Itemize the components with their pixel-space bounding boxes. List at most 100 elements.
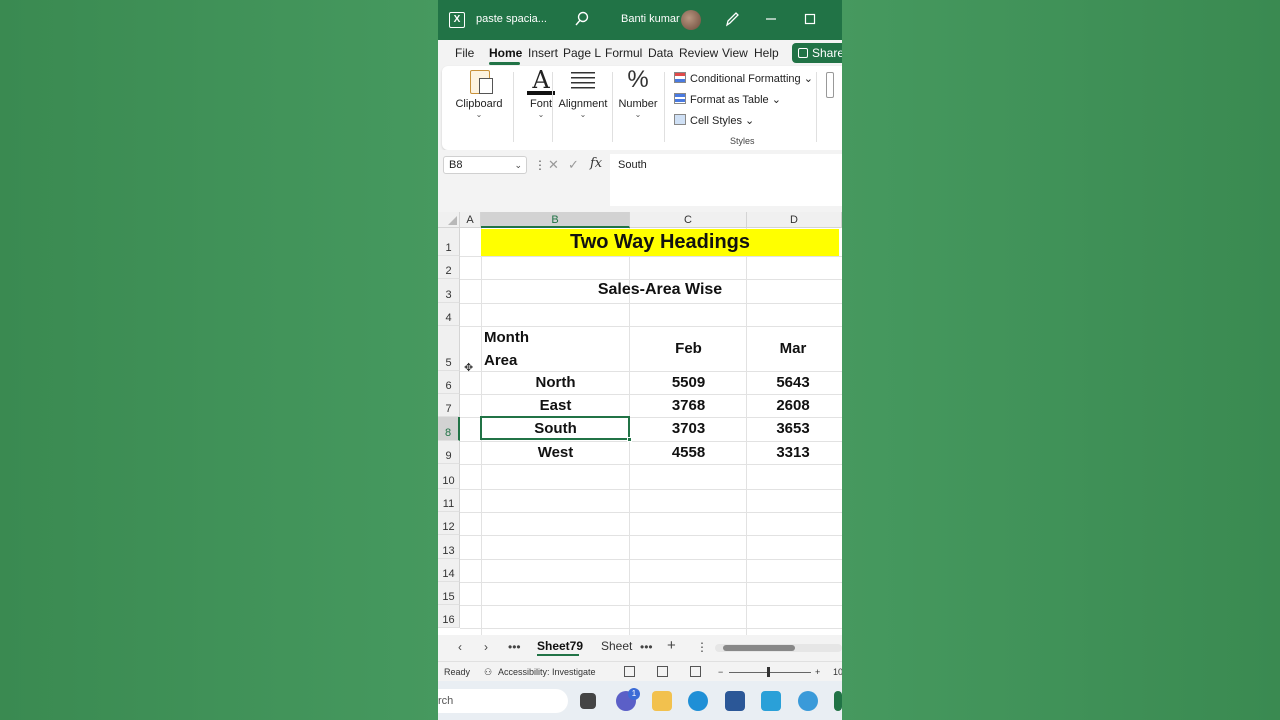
row-header[interactable]: 7 xyxy=(438,394,460,417)
chevron-down-icon[interactable]: ⌄ xyxy=(514,157,522,173)
header-area[interactable]: Area xyxy=(484,352,517,369)
tab-insert[interactable]: Insert xyxy=(528,46,558,60)
sheet-tab-active[interactable]: Sheet79 xyxy=(537,639,583,653)
row-header[interactable]: 5 xyxy=(438,326,460,371)
scrollbar-thumb[interactable] xyxy=(723,645,795,651)
column-header-b[interactable]: B xyxy=(481,212,630,228)
page-layout-view-icon[interactable] xyxy=(657,666,668,677)
maximize-icon[interactable] xyxy=(802,10,818,28)
column-header-d[interactable]: D xyxy=(747,212,842,228)
row-header[interactable]: 16 xyxy=(438,605,460,628)
avatar[interactable] xyxy=(681,10,701,30)
more-sheets-icon[interactable]: ••• xyxy=(640,640,653,654)
sheet-title[interactable]: Two Way Headings xyxy=(481,229,839,256)
ribbon-divider xyxy=(664,72,665,142)
row-header[interactable]: 6 xyxy=(438,371,460,394)
row-header[interactable]: 8 xyxy=(438,417,460,441)
chevron-left-icon[interactable]: ‹ xyxy=(458,640,462,654)
file-explorer-icon[interactable] xyxy=(652,691,672,711)
table-cell-value[interactable]: 5643 xyxy=(747,374,839,391)
active-tab-indicator xyxy=(489,62,520,65)
fill-handle[interactable] xyxy=(627,437,632,442)
table-cell-value[interactable]: 2608 xyxy=(747,397,839,414)
app-icon[interactable] xyxy=(761,691,781,711)
tab-review[interactable]: Review xyxy=(679,46,718,60)
row-header[interactable]: 15 xyxy=(438,582,460,605)
row-header[interactable]: 10 xyxy=(438,464,460,489)
edge-icon[interactable] xyxy=(688,691,708,711)
store-icon[interactable] xyxy=(725,691,745,711)
row-header[interactable]: 4 xyxy=(438,303,460,326)
more-sheets-icon[interactable]: ••• xyxy=(508,640,521,654)
search-icon[interactable] xyxy=(574,10,590,28)
tab-data[interactable]: Data xyxy=(648,46,673,60)
active-cell-border[interactable] xyxy=(480,416,630,440)
row-header[interactable]: 12 xyxy=(438,512,460,535)
cancel-icon[interactable]: ✕ xyxy=(548,157,559,173)
tab-file[interactable]: File xyxy=(455,46,474,60)
zoom-level[interactable]: 10 xyxy=(833,667,842,677)
table-cell-value[interactable]: 3703 xyxy=(630,420,747,437)
header-month[interactable]: Month xyxy=(484,329,529,346)
row-header[interactable]: 11 xyxy=(438,489,460,512)
table-cell-area[interactable]: West xyxy=(481,444,630,461)
share-button[interactable]: Share xyxy=(792,43,842,63)
name-box[interactable]: B8 ⌄ xyxy=(443,156,527,174)
tab-view[interactable]: View xyxy=(722,46,748,60)
help-icon[interactable] xyxy=(798,691,818,711)
chevron-right-icon[interactable]: › xyxy=(484,640,488,654)
clipboard-group[interactable]: Clipboard ⌄ xyxy=(448,66,510,126)
row-header[interactable]: 9 xyxy=(438,441,460,464)
header-mar[interactable]: Mar xyxy=(747,340,839,357)
row-header[interactable]: 13 xyxy=(438,535,460,559)
table-cell-value[interactable]: 3768 xyxy=(630,397,747,414)
cell-styles-button[interactable]: Cell Styles ⌄ xyxy=(674,114,754,130)
table-cell-value[interactable]: 3653 xyxy=(747,420,839,437)
tab-help[interactable]: Help xyxy=(754,46,779,60)
more-icon[interactable]: ⋮ xyxy=(696,640,708,654)
normal-view-icon[interactable] xyxy=(624,666,635,677)
zoom-out-icon[interactable]: − xyxy=(718,667,723,677)
table-cell-area[interactable]: North xyxy=(481,374,630,391)
more-icon[interactable]: ⋮ xyxy=(534,158,546,172)
file-name[interactable]: paste spacia... xyxy=(476,13,547,25)
excel-taskbar-icon[interactable] xyxy=(834,691,842,711)
sheet-tab-next[interactable]: Sheet xyxy=(601,639,633,653)
header-feb[interactable]: Feb xyxy=(630,340,747,357)
format-as-table-button[interactable]: Format as Table ⌄ xyxy=(674,93,781,109)
accessibility-status[interactable]: Accessibility: Investigate xyxy=(498,667,596,677)
alignment-group[interactable]: Alignment ⌄ xyxy=(553,66,613,126)
tab-formulas[interactable]: Formula xyxy=(605,46,643,60)
chevron-down-icon: ⌄ xyxy=(579,110,587,119)
row-header[interactable]: 1 xyxy=(438,228,460,256)
sheet-subtitle[interactable]: Sales-Area Wise xyxy=(481,281,839,299)
tab-home[interactable]: Home xyxy=(489,46,522,60)
zoom-slider-thumb[interactable] xyxy=(767,667,770,677)
insert-function-icon[interactable]: fx xyxy=(590,156,602,171)
minimize-icon[interactable] xyxy=(763,10,779,28)
taskbar-search[interactable]: rch xyxy=(438,689,568,713)
add-sheet-icon[interactable]: + xyxy=(667,637,676,654)
column-header-c[interactable]: C xyxy=(630,212,747,228)
tab-page-layout[interactable]: Page La xyxy=(563,46,601,60)
table-cell-value[interactable]: 4558 xyxy=(630,444,747,461)
conditional-formatting-button[interactable]: Conditional Formatting ⌄ xyxy=(674,72,813,88)
table-cell-value[interactable]: 3313 xyxy=(747,444,839,461)
select-all-corner[interactable] xyxy=(438,212,460,228)
row-header[interactable]: 3 xyxy=(438,279,460,303)
row-header[interactable]: 2 xyxy=(438,256,460,279)
row-header[interactable]: 14 xyxy=(438,559,460,582)
table-cell-area[interactable]: East xyxy=(481,397,630,414)
zoom-in-icon[interactable]: + xyxy=(815,667,820,677)
task-view-icon[interactable] xyxy=(580,693,596,709)
column-header-a[interactable]: A xyxy=(460,212,481,228)
formula-input[interactable]: South xyxy=(610,154,842,206)
table-cell-value[interactable]: 5509 xyxy=(630,374,747,391)
confirm-icon[interactable]: ✓ xyxy=(568,157,579,173)
zoom-slider[interactable] xyxy=(729,672,811,673)
user-name[interactable]: Banti kumar xyxy=(621,13,680,25)
number-group[interactable]: % Number ⌄ xyxy=(614,66,662,126)
cells-group-icon[interactable] xyxy=(826,72,834,98)
page-break-view-icon[interactable] xyxy=(690,666,701,677)
pen-icon[interactable] xyxy=(724,10,740,28)
